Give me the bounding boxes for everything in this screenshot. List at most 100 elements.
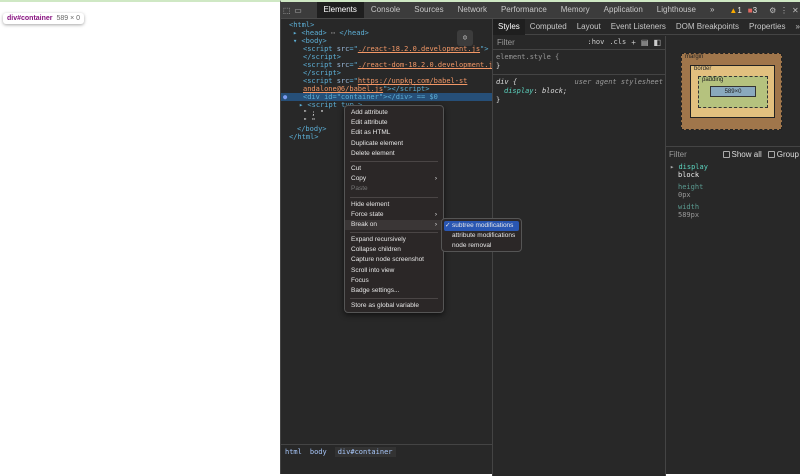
break-on-submenu: ✓subtree modifications attribute modific… [441, 218, 522, 252]
menu-item-force-state[interactable]: Force state› [345, 210, 443, 220]
menu-item-capture-node-screenshot[interactable]: Capture node screenshot [345, 255, 443, 265]
group-checkbox[interactable] [768, 151, 775, 158]
tab-properties[interactable]: Properties [744, 19, 790, 35]
computed-prop-height[interactable]: height0px [670, 183, 708, 199]
dom-node-html[interactable]: <html> [281, 21, 492, 29]
menu-item-label: Store as global variable [351, 302, 419, 309]
tab-console[interactable]: Console [364, 2, 407, 18]
accessibility-icon[interactable]: ☺ [457, 30, 473, 46]
script-src-link[interactable]: ./react-dom-18.2.0.development.js [358, 61, 497, 69]
cls-button[interactable]: .cls [609, 38, 626, 46]
menu-item-expand-recursively[interactable]: Expand recursively [345, 235, 443, 245]
menu-item-badge-settings[interactable]: Badge settings... [345, 286, 443, 296]
menu-item-add-attribute[interactable]: Add attribute [345, 108, 443, 118]
menu-item-label: Paste [351, 185, 368, 192]
tab-network[interactable]: Network [451, 2, 494, 18]
menu-item-scroll-into-view[interactable]: Scroll into view [345, 266, 443, 276]
styles-filter-input[interactable]: Filter [497, 38, 587, 47]
tab-dom-breakpoints[interactable]: DOM Breakpoints [671, 19, 744, 35]
more-sidebar-tabs[interactable]: » [791, 19, 800, 35]
computed-prop-display[interactable]: ▸ displayblock [670, 163, 708, 179]
tab-event-listeners[interactable]: Event Listeners [606, 19, 671, 35]
box-model-margin[interactable]: margin border padding 589×0 [681, 53, 782, 130]
tab-application[interactable]: Application [597, 2, 650, 18]
tab-styles[interactable]: Styles [493, 19, 525, 35]
warning-count[interactable]: 1 [737, 6, 741, 15]
more-tabs-button[interactable]: » [703, 2, 721, 18]
menu-item-attribute-modifications[interactable]: attribute modifications [444, 231, 519, 241]
menu-item-label: Break on [351, 221, 377, 228]
prop-value: 0px [678, 191, 691, 199]
script-src-link[interactable]: ./react-18.2.0.development.js [358, 45, 480, 53]
menu-item-delete-element[interactable]: Delete element [345, 149, 443, 159]
menu-item-label: Copy [351, 175, 366, 182]
menu-item-copy[interactable]: Copy › [345, 174, 443, 184]
device-toggle-icon[interactable]: ▭ [292, 6, 303, 15]
inspect-icon[interactable]: ⬚ [281, 6, 292, 15]
dom-node-script-react[interactable]: <script src="./react-18.2.0.development.… [281, 45, 492, 53]
rule-value: block; [542, 87, 567, 95]
menu-item-label: Collapse children [351, 246, 401, 253]
gear-icon[interactable]: ⚙ [767, 6, 778, 15]
close-icon[interactable]: ✕ [790, 6, 800, 15]
menu-item-edit-as-html[interactable]: Edit as HTML [345, 128, 443, 138]
show-all-checkbox[interactable] [723, 151, 730, 158]
menu-item-store-as-global-variable[interactable]: Store as global variable [345, 301, 443, 311]
breadcrumb: html body div#container [281, 444, 492, 459]
breadcrumb-body[interactable]: body [310, 448, 327, 456]
element-style-rule[interactable]: element.style { } [493, 50, 665, 75]
computed-prop-width[interactable]: width589px [670, 203, 708, 219]
tab-lighthouse[interactable]: Lighthouse [650, 2, 703, 18]
element-style-selector: element.style { [496, 53, 662, 62]
rule-close: } [496, 96, 662, 105]
script-src-link[interactable]: https://unpkg.com/babel-standalone@6/bab… [303, 77, 467, 93]
prop-name: width [678, 203, 699, 211]
tab-memory[interactable]: Memory [554, 2, 597, 18]
tab-computed[interactable]: Computed [525, 19, 572, 35]
dom-node-script-react-dom[interactable]: <script src="./react-dom-18.2.0.developm… [281, 61, 492, 69]
menu-item-label: Badge settings... [351, 287, 399, 294]
paint-icon[interactable]: ▤ [641, 38, 649, 47]
tab-layout[interactable]: Layout [572, 19, 606, 35]
box-model-content[interactable]: 589×0 [710, 86, 756, 97]
more-options-icon[interactable]: ⋮ [778, 6, 789, 15]
menu-item-hide-element[interactable]: Hide element [345, 200, 443, 210]
menu-item-label: Duplicate element [351, 140, 403, 147]
menu-separator [350, 161, 438, 162]
new-rule-icon[interactable]: + [631, 38, 636, 47]
tab-elements[interactable]: Elements [317, 2, 364, 18]
breadcrumb-div-container[interactable]: div#container [335, 447, 396, 457]
menu-item-break-on[interactable]: Break on› [345, 220, 443, 230]
warning-icon[interactable]: ▲ [729, 6, 737, 15]
menu-item-node-removal[interactable]: node removal [444, 241, 519, 251]
breadcrumb-html[interactable]: html [285, 448, 302, 456]
error-count[interactable]: 3 [753, 6, 757, 15]
menu-item-label: Focus [351, 277, 369, 284]
menu-item-label: Capture node screenshot [351, 256, 424, 263]
menu-separator [350, 197, 438, 198]
tooltip-tag: div#container [7, 15, 53, 22]
margin-label: margin [685, 54, 703, 60]
menu-item-label: subtree modifications [452, 222, 513, 229]
menu-item-subtree-modifications[interactable]: ✓subtree modifications [444, 221, 519, 231]
div-line-text: <div id="container"></div> == $0 [303, 93, 438, 101]
hov-button[interactable]: :hov [587, 38, 604, 46]
box-model-padding[interactable]: padding 589×0 [698, 76, 768, 108]
menu-item-label: Delete element [351, 150, 395, 157]
menu-item-label: Scroll into view [351, 267, 394, 274]
tab-sources[interactable]: Sources [407, 2, 450, 18]
box-model-border[interactable]: border padding 589×0 [690, 65, 775, 118]
tab-performance[interactable]: Performance [494, 2, 554, 18]
menu-item-collapse-children[interactable]: Collapse children [345, 245, 443, 255]
dom-node-script-babel[interactable]: <script src="https://unpkg.com/babel-sta… [281, 77, 471, 93]
menu-item-focus[interactable]: Focus [345, 276, 443, 286]
menu-item-label: Hide element [351, 201, 389, 208]
chevron-right-icon: › [435, 174, 437, 184]
check-icon: ✓ [445, 221, 450, 231]
dom-node-div-container[interactable]: ●<div id="container"></div> == $0 [281, 93, 492, 101]
toggle-sidebar-icon[interactable]: ◧ [653, 38, 661, 47]
menu-item-edit-attribute[interactable]: Edit attribute [345, 118, 443, 128]
computed-filter-input[interactable]: Filter [669, 150, 723, 159]
menu-item-cut[interactable]: Cut [345, 164, 443, 174]
menu-item-duplicate-element[interactable]: Duplicate element [345, 139, 443, 149]
